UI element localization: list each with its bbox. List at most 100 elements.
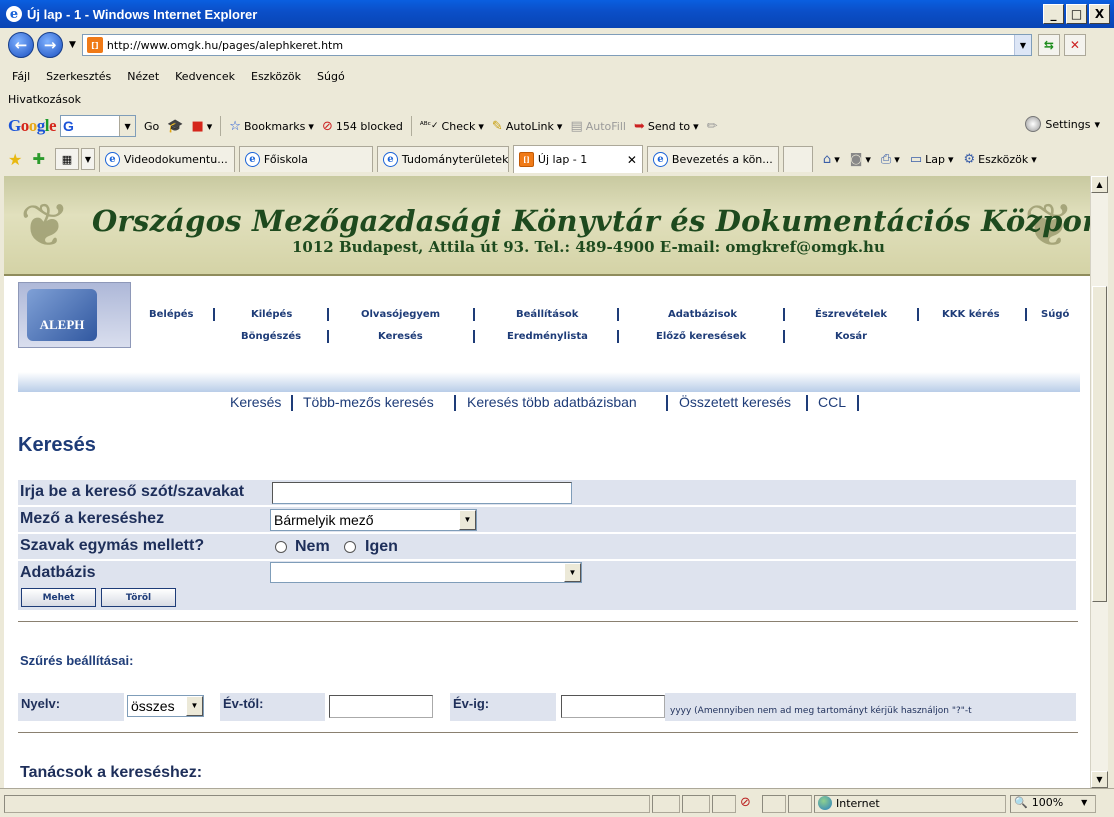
tools-menu-button[interactable]: ⚙ Eszközök ▾ [964, 152, 1037, 167]
tab-basic-search[interactable]: Keresés [230, 394, 281, 410]
autofill-button[interactable]: ▤ AutoFill [570, 119, 626, 134]
google-go-button[interactable]: Go [144, 120, 159, 133]
nav-help[interactable]: Súgó [1041, 309, 1069, 320]
nav-separator [327, 330, 329, 343]
year-from-input[interactable] [329, 695, 433, 718]
adjacent-yes-radio[interactable] [344, 541, 356, 553]
menu-tools[interactable]: Eszközök [251, 70, 301, 83]
close-window-button[interactable]: X [1089, 4, 1110, 24]
database-select[interactable]: ▼ [270, 562, 582, 583]
forward-button[interactable]: → [37, 32, 63, 58]
nav-logout[interactable]: Kilépés [251, 309, 292, 320]
nav-result-list[interactable]: Eredménylista [507, 331, 588, 342]
ie-page-icon: e [104, 152, 120, 167]
quick-tabs-icon[interactable]: ▦ [54, 148, 79, 170]
tab-videodokumentumok[interactable]: e Videodokumentu... [98, 146, 235, 172]
nav-feedback[interactable]: Észrevételek [815, 309, 887, 320]
send-to-button[interactable]: ➥ Send to ▾ [634, 119, 699, 134]
nav-browse[interactable]: Böngészés [241, 331, 301, 342]
scrollbar-thumb[interactable] [1092, 286, 1107, 602]
tab-bevezetes[interactable]: e Bevezetés a kön... [646, 146, 779, 172]
send-icon: ➥ [633, 118, 645, 134]
scroll-up-arrow-icon[interactable]: ▲ [1091, 176, 1108, 193]
nav-databases[interactable]: Adatbázisok [668, 309, 737, 320]
menu-help[interactable]: Súgó [317, 70, 345, 83]
search-tab-separator [857, 395, 859, 411]
site-banner: ❦ ❦ Országos Mezőgazdasági Könyvtár és D… [4, 176, 1090, 276]
feeds-button[interactable]: ◙ ▾ [850, 152, 871, 167]
vertical-scrollbar[interactable]: ▲ ▼ [1090, 176, 1108, 788]
nav-login[interactable]: Belépés [149, 309, 194, 320]
maximize-button[interactable]: □ [1066, 4, 1087, 24]
tab-advanced-search[interactable]: Összetett keresés [679, 394, 791, 410]
home-icon: ⌂ [822, 151, 832, 167]
clear-form-button[interactable]: Töröl [101, 588, 176, 607]
search-field-select[interactable]: Bármelyik mező ▼ [270, 509, 477, 531]
history-dropdown-icon[interactable]: ▼ [69, 40, 76, 50]
close-tab-icon[interactable]: ✕ [627, 153, 637, 167]
language-select[interactable]: összes ▼ [127, 695, 204, 717]
add-favorite-icon[interactable]: ✚ [32, 150, 45, 168]
search-field-row [18, 507, 1076, 532]
page-menu-button[interactable]: ▭ Lap ▾ [910, 152, 954, 167]
section-divider [18, 732, 1078, 733]
security-zone[interactable]: Internet [818, 796, 880, 810]
menu-edit[interactable]: Szerkesztés [46, 70, 111, 83]
google-search-dropdown-icon[interactable]: ▼ [119, 116, 136, 136]
address-field[interactable]: [] http://www.omgk.hu/pages/alephkeret.h… [81, 34, 1032, 56]
year-to-input[interactable] [561, 695, 665, 718]
menu-file[interactable]: Fájl [12, 70, 30, 83]
print-button[interactable]: ⎙ ▾ [881, 152, 900, 167]
section-divider [18, 621, 1078, 622]
new-tab-button[interactable] [782, 146, 813, 172]
pencil-icon[interactable]: ✏ [707, 119, 718, 134]
address-dropdown-icon[interactable]: ▼ [1013, 35, 1031, 55]
google-search-input[interactable]: G ▼ [60, 115, 137, 137]
zoom-control[interactable]: 🔍 100% ▼ [1014, 796, 1087, 809]
nav-reader-card[interactable]: Olvasójegyem [361, 309, 440, 320]
home-button[interactable]: ⌂ ▾ [823, 152, 840, 167]
adjacent-no-radio[interactable] [275, 541, 287, 553]
database-label: Adatbázis [20, 564, 96, 581]
search-term-input[interactable] [272, 482, 572, 504]
scroll-down-arrow-icon[interactable]: ▼ [1091, 771, 1108, 788]
search-submit-button[interactable]: Mehet [21, 588, 96, 607]
nav-search[interactable]: Keresés [378, 331, 423, 342]
address-url[interactable]: http://www.omgk.hu/pages/alephkeret.htm [107, 39, 343, 52]
popup-blocked-button[interactable]: ⊘ 154 blocked [322, 119, 403, 134]
toolbar-divider [220, 116, 222, 136]
minimize-button[interactable]: _ [1043, 4, 1064, 24]
google-scholar-icon[interactable]: 🎓 [167, 119, 183, 134]
rss-feed-icon: ◙ [849, 151, 863, 167]
tab-multi-database-search[interactable]: Keresés több adatbázisban [467, 394, 637, 410]
nav-kkk-request[interactable]: KKK kérés [942, 309, 1000, 320]
autolink-button[interactable]: ✎ AutoLink ▾ [492, 119, 563, 134]
spellcheck-icon: ᴬᴮᶜ✓ [419, 121, 439, 131]
spell-check-button[interactable]: ᴬᴮᶜ✓ Check ▾ [420, 120, 484, 133]
nav-basket[interactable]: Kosár [835, 331, 867, 342]
google-apps-icon[interactable]: ■ ▾ [191, 119, 212, 134]
nav-previous-searches[interactable]: Előző keresések [656, 331, 746, 342]
tab-multi-field-search[interactable]: Több-mezős keresés [303, 394, 434, 410]
chevron-down-icon: ▼ [1081, 798, 1088, 807]
tab-tudomanyteruletek[interactable]: e Tudományterületek [376, 146, 509, 172]
google-settings-button[interactable]: Settings ▾ [1025, 116, 1100, 132]
menu-favorites[interactable]: Kedvencek [175, 70, 235, 83]
tab-uj-lap[interactable]: [] Új lap - 1 ✕ [512, 145, 643, 173]
tab-ccl-search[interactable]: CCL [818, 394, 846, 410]
links-label[interactable]: Hivatkozások [8, 93, 81, 106]
status-text-cell [4, 795, 650, 813]
bookmarks-button[interactable]: ☆ Bookmarks ▾ [229, 119, 314, 134]
favorites-star-icon[interactable]: ★ [8, 150, 22, 169]
aleph-logo[interactable]: ALEPH [18, 282, 131, 348]
google-logo[interactable]: Google [8, 116, 57, 136]
stop-button[interactable]: ✕ [1063, 34, 1086, 56]
tab-foiskola[interactable]: e Főiskola [238, 146, 373, 172]
nav-settings[interactable]: Beállítások [516, 309, 578, 320]
menu-view[interactable]: Nézet [127, 70, 159, 83]
security-warning-icon[interactable]: ⊘ [740, 795, 751, 810]
tab-list-dropdown-icon[interactable]: ▼ [80, 148, 95, 170]
back-button[interactable]: ← [8, 32, 34, 58]
window-controls: _ □ X [1043, 4, 1110, 24]
refresh-button[interactable]: ⇆ [1037, 34, 1060, 56]
